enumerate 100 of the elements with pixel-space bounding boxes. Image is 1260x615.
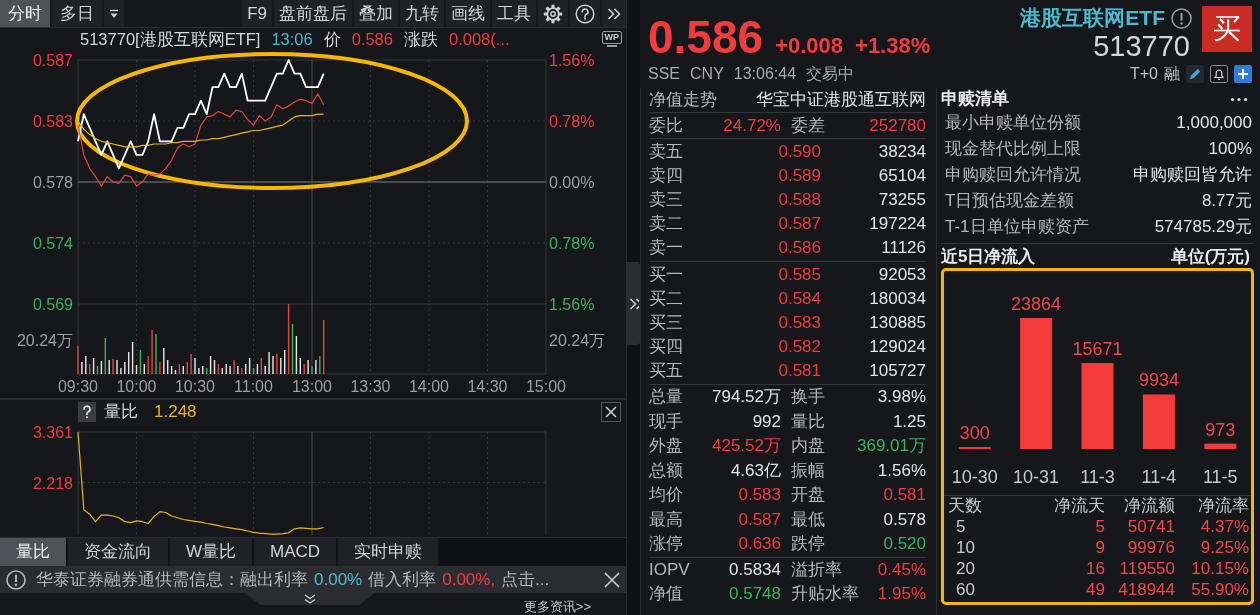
plus-icon[interactable] [1234,65,1252,83]
view-tab[interactable]: 多日 [52,0,102,27]
dropdown-icon[interactable] [109,8,119,19]
ask-level-label: 卖四 [649,166,684,186]
security-title: 513770[港股互联网ETF] [80,29,261,49]
stat-label: 均价 [649,485,684,506]
help-icon[interactable] [78,402,96,422]
column-header: 净流率 [1197,496,1249,516]
stat-value: 0.636 [737,534,781,555]
bid-price: 0.581 [777,361,821,381]
bar-value-label: 973 [1205,419,1236,440]
change-label: 涨跌 [404,29,438,49]
toolbar-button[interactable]: 工具 [492,0,536,27]
stat-label: 外盘 [649,436,684,457]
more-icon[interactable] [1230,96,1248,102]
ratio-value: 24.72% [722,115,781,136]
info-icon [6,569,26,590]
bid-volume: 180034 [868,289,926,309]
axis-label: 1.56% [549,52,595,69]
indicator-tab[interactable]: 实时申赎 [338,538,439,566]
nav-trend-label[interactable]: 净值走势 [649,90,717,110]
view-tab[interactable]: 分时 [0,0,50,27]
bar-value-label: 300 [959,423,990,443]
toolbar-button[interactable]: 九转 [400,0,444,27]
axis-label: 13:00 [292,378,332,395]
stat-label: 开盘 [790,485,826,506]
stat-label: 最高 [649,509,684,530]
ask-price: 0.589 [777,166,821,186]
notice-text: 华泰证券融券通供需信息：融出利率 0.00% 借入利率 0.00%, 点击... [36,569,550,590]
toolbar-button[interactable]: F9 [242,0,272,27]
ask-volume: 11126 [880,238,926,258]
help-button[interactable] [570,0,600,27]
category-label: 11-5 [1202,467,1238,487]
table-cell-text: 20 [955,558,976,579]
axis-label: 09:30 [58,378,98,395]
axis-label: 1.56% [549,296,595,313]
double-chevron-down-icon[interactable] [303,594,317,604]
wp-button[interactable]: WP [601,31,622,47]
bid-volume: 129024 [868,337,926,357]
more-news-link[interactable]: 更多资讯>> [523,599,591,615]
ask-level-label: 卖二 [649,214,684,234]
dropdown-button[interactable] [104,0,124,27]
stat-value: 0.583 [737,485,781,506]
indicator-tab[interactable]: 资金流向 [68,538,168,566]
stat-value: 3.98% [876,387,926,408]
ask-volume: 38234 [877,142,926,162]
ask-level-label: 卖三 [649,190,684,210]
stat-label: 最低 [790,509,826,530]
axis-label: 13:30 [350,378,391,395]
axis-label: 0.583 [32,113,73,130]
column-header: 净流额 [1123,496,1175,516]
indicator-tab[interactable]: MACD [254,538,337,566]
table-cell-text: 49 [1085,579,1105,600]
stat-label: 总额 [649,460,684,481]
stat-label: 现手 [649,411,684,432]
pencil-icon[interactable] [1186,65,1204,83]
settings-button[interactable] [538,0,568,27]
bar-value-label: 9934 [1138,370,1179,391]
help-icon[interactable] [575,3,595,24]
stat-value: 425.52万 [711,436,781,457]
ask-volume: 197224 [868,214,926,234]
table-cell-text: 99976 [1126,537,1175,558]
list-label: 现金替代比例上限 [945,139,1081,159]
stat-value: 0.520 [882,534,926,555]
table-cell-text: 10 [955,537,976,558]
double-chevron-right-icon[interactable] [628,296,639,311]
indicator-label: 量比 [104,402,138,422]
indicator-tab[interactable]: 量比 [0,538,66,566]
table-cell-text: 418944 [1117,579,1175,600]
expand-button[interactable] [602,0,626,27]
exchange-label: SSE [648,64,680,84]
bid-price: 0.585 [777,265,821,285]
price-label: 价 [323,29,341,49]
toolbar-button[interactable]: 画线 [446,0,490,27]
category-label: 10-30 [951,467,998,487]
bid-level-label: 买三 [649,313,684,333]
double-chevron-right-icon[interactable] [607,6,621,21]
inflow-bar [1142,394,1175,449]
list-value: 100% [1208,139,1252,159]
settings-icon[interactable] [543,3,563,24]
indicator-tab[interactable]: W量比 [170,538,253,566]
bell-icon[interactable] [1210,65,1228,83]
buy-button[interactable]: 买 [1202,6,1252,52]
toolbar-button[interactable]: 叠加 [354,0,398,27]
column-header: 天数 [947,496,983,516]
index-name: 华宝中证港股通互联网 [756,90,926,110]
axis-label: 20.24万 [16,332,73,349]
toolbar-button[interactable]: 盘前盘后 [274,0,352,27]
info-icon [1171,7,1192,29]
bid-volume: 92053 [877,265,926,285]
table-cell-text: 9.25% [1199,537,1249,558]
ratio-label: 委比 [649,115,684,136]
table-cell-text: 60 [955,579,976,600]
stat-value: 1.95% [877,583,926,604]
time-label: 13:06 [271,29,313,49]
ask-price: 0.590 [777,142,821,162]
collapse-handle[interactable] [627,262,640,345]
bid-level-label: 买二 [649,289,684,309]
bid-volume: 105727 [868,361,926,381]
list-label: 最小申赎单位份额 [945,113,1081,133]
